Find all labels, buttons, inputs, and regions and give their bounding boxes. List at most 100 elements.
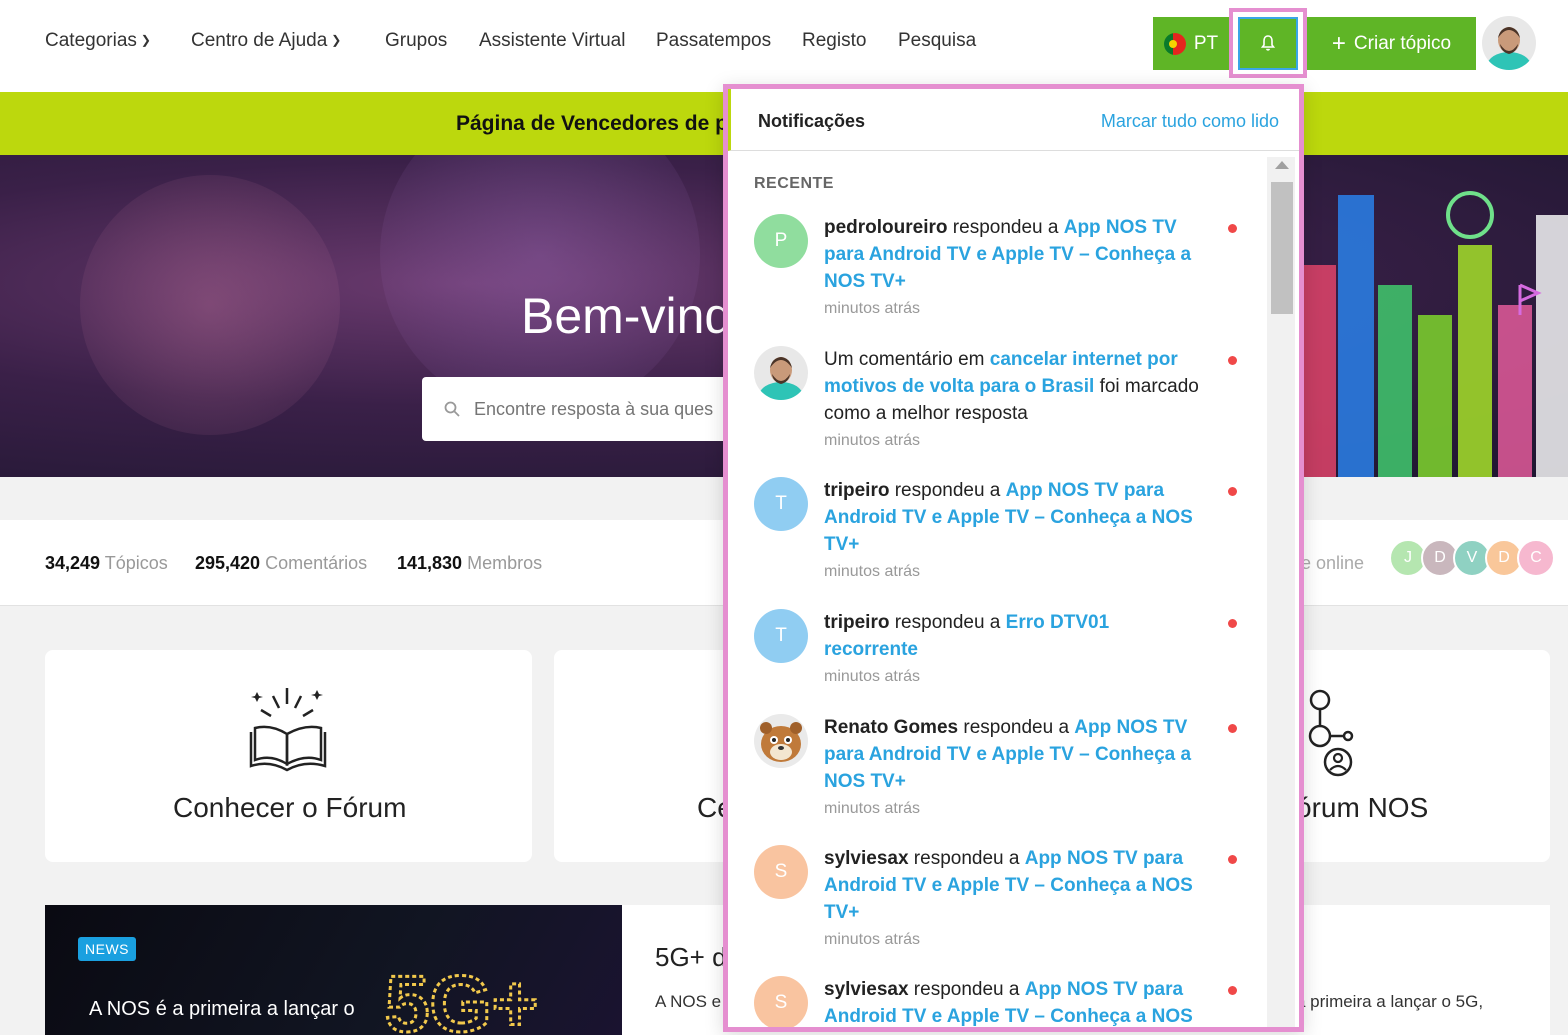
search-icon bbox=[444, 401, 460, 417]
notification-body: sylviesax respondeu a App NOS TV para An… bbox=[824, 845, 1204, 952]
hero-glow bbox=[380, 155, 700, 415]
notification-body: pedroloureiro respondeu a App NOS TV par… bbox=[824, 214, 1204, 321]
unread-dot-icon bbox=[1228, 619, 1237, 628]
nav-grupos[interactable]: Grupos bbox=[385, 30, 447, 52]
network-people-icon bbox=[1308, 689, 1354, 777]
notification-avatar: T bbox=[754, 477, 808, 531]
notification-action: respondeu a bbox=[889, 612, 1006, 633]
notification-user[interactable]: sylviesax bbox=[824, 979, 909, 1000]
notification-body: Um comentário em cancelar internet por m… bbox=[824, 346, 1204, 453]
notification-action: Um comentário em bbox=[824, 349, 990, 370]
news-excerpt-continued: a primeira a lançar o 5G, bbox=[1296, 992, 1484, 1011]
language-label: PT bbox=[1193, 32, 1219, 54]
stat-comments-count: 295,420 bbox=[195, 553, 261, 573]
create-topic-button[interactable]: + Criar tópico bbox=[1307, 17, 1476, 70]
notification-action: respondeu a bbox=[958, 717, 1075, 738]
chevron-down-icon: ❯ bbox=[331, 33, 342, 47]
notification-avatar: S bbox=[754, 976, 808, 1027]
notification-avatar-image bbox=[754, 346, 808, 400]
card-centro[interactable] bbox=[554, 650, 734, 862]
search-box[interactable] bbox=[422, 377, 762, 441]
nav-pesquisa[interactable]: Pesquisa bbox=[898, 30, 976, 52]
stat-members-label: Membros bbox=[467, 553, 543, 573]
unread-dot-icon bbox=[1228, 487, 1237, 496]
notification-time: minutos atrás bbox=[824, 563, 921, 580]
notification-user[interactable]: tripeiro bbox=[824, 612, 889, 633]
5g-plus-graphic: 5G+ bbox=[385, 965, 540, 1035]
notifications-section-label: RECENTE bbox=[754, 175, 834, 192]
notification-time: minutos atrás bbox=[824, 432, 921, 449]
notification-user[interactable]: sylviesax bbox=[824, 848, 909, 869]
notification-avatar bbox=[754, 346, 808, 400]
create-topic-label: Criar tópico bbox=[1353, 32, 1452, 54]
portugal-flag-icon bbox=[1163, 32, 1186, 55]
user-avatar-image bbox=[1482, 16, 1536, 70]
notifications-scrollbar-thumb[interactable] bbox=[1271, 182, 1293, 314]
notification-avatar: S bbox=[754, 845, 808, 899]
notification-body: Renato Gomes respondeu a App NOS TV para… bbox=[824, 714, 1204, 821]
unread-dot-icon bbox=[1228, 356, 1237, 365]
notification-time: minutos atrás bbox=[824, 300, 921, 317]
notification-user[interactable]: tripeiro bbox=[824, 480, 889, 501]
online-users-label: te online bbox=[1296, 553, 1365, 573]
news-image-caption: A NOS é a primeira a lançar o bbox=[89, 998, 355, 1020]
mark-all-read-link[interactable]: Marcar tudo como lido bbox=[1101, 111, 1279, 132]
notification-time: minutos atrás bbox=[824, 800, 921, 817]
notification-action: respondeu a bbox=[908, 979, 1025, 1000]
notification-user[interactable]: Renato Gomes bbox=[824, 717, 958, 738]
notification-body: tripeiro respondeu a Erro DTV01 recorren… bbox=[824, 609, 1154, 689]
notification-user[interactable]: pedroloureiro bbox=[824, 217, 948, 238]
card-conhecer-forum[interactable] bbox=[45, 650, 532, 862]
nav-passatempos[interactable]: Passatempos bbox=[656, 30, 771, 52]
notification-avatar: P bbox=[754, 214, 808, 268]
notification-avatar bbox=[754, 714, 808, 768]
notification-action: respondeu a bbox=[889, 480, 1006, 501]
stat-topics-label: Tópicos bbox=[104, 553, 168, 573]
notifications-header: Notificações Marcar tudo como lido bbox=[728, 89, 1299, 151]
nav-categorias[interactable]: Categorias ❯ bbox=[45, 30, 151, 52]
hero-title: Bem-vind bbox=[521, 288, 733, 344]
scroll-up-arrow-icon[interactable] bbox=[1275, 161, 1289, 169]
stat-topics-count: 34,249 bbox=[45, 553, 101, 573]
notification-avatar: T bbox=[754, 609, 808, 663]
chevron-down-icon: ❯ bbox=[140, 33, 151, 47]
online-user-avatar[interactable]: C bbox=[1517, 539, 1555, 577]
notifications-panel: Notificações Marcar tudo como lido RECEN… bbox=[723, 84, 1304, 1032]
unread-dot-icon bbox=[1228, 224, 1237, 233]
nav-centro-de-ajuda[interactable]: Centro de Ajuda ❯ bbox=[191, 30, 341, 52]
news-title[interactable]: 5G+ d bbox=[655, 942, 727, 973]
bell-icon bbox=[1260, 35, 1276, 51]
stat-members: 141,830 Membros bbox=[397, 553, 542, 574]
user-avatar[interactable] bbox=[1482, 16, 1536, 70]
nav-centro-de-ajuda-label: Centro de Ajuda bbox=[191, 30, 328, 51]
stat-comments: 295,420 Comentários bbox=[195, 553, 367, 574]
news-badge: NEWS bbox=[78, 937, 136, 961]
nav-assistente-virtual[interactable]: Assistente Virtual bbox=[479, 30, 625, 52]
book-sparkle-icon bbox=[249, 688, 327, 772]
nav-registo[interactable]: Registo bbox=[802, 30, 866, 52]
unread-dot-icon bbox=[1228, 855, 1237, 864]
svg-text:5G+: 5G+ bbox=[385, 965, 538, 1035]
announcement-banner-text: Página de Vencedores de p bbox=[456, 112, 728, 135]
card-conhecer-forum-title: Conhecer o Fórum bbox=[173, 792, 407, 823]
notification-body: sylviesax respondeu a App NOS TV para An… bbox=[824, 976, 1204, 1027]
notification-action: respondeu a bbox=[908, 848, 1025, 869]
stat-topics: 34,249 Tópicos bbox=[45, 553, 168, 574]
notifications-button[interactable] bbox=[1229, 8, 1307, 78]
plus-icon: + bbox=[1331, 29, 1346, 57]
card-forum-nos-title: órum NOS bbox=[1296, 792, 1429, 823]
language-button[interactable]: PT bbox=[1153, 17, 1229, 70]
notification-action: respondeu a bbox=[947, 217, 1064, 238]
unread-dot-icon bbox=[1228, 724, 1237, 733]
stat-comments-label: Comentários bbox=[265, 553, 368, 573]
hero-decorative-bars bbox=[1300, 191, 1568, 477]
card-forum-nos[interactable] bbox=[1296, 650, 1550, 862]
tiger-mascot-avatar-image bbox=[754, 714, 808, 768]
hero-glow bbox=[80, 175, 340, 435]
notifications-title: Notificações bbox=[758, 111, 866, 131]
search-input[interactable] bbox=[474, 398, 734, 420]
news-excerpt: A NOS e bbox=[655, 992, 722, 1011]
notification-body: tripeiro respondeu a App NOS TV para And… bbox=[824, 477, 1204, 584]
stat-members-count: 141,830 bbox=[397, 553, 463, 573]
notification-time: minutos atrás bbox=[824, 931, 921, 948]
